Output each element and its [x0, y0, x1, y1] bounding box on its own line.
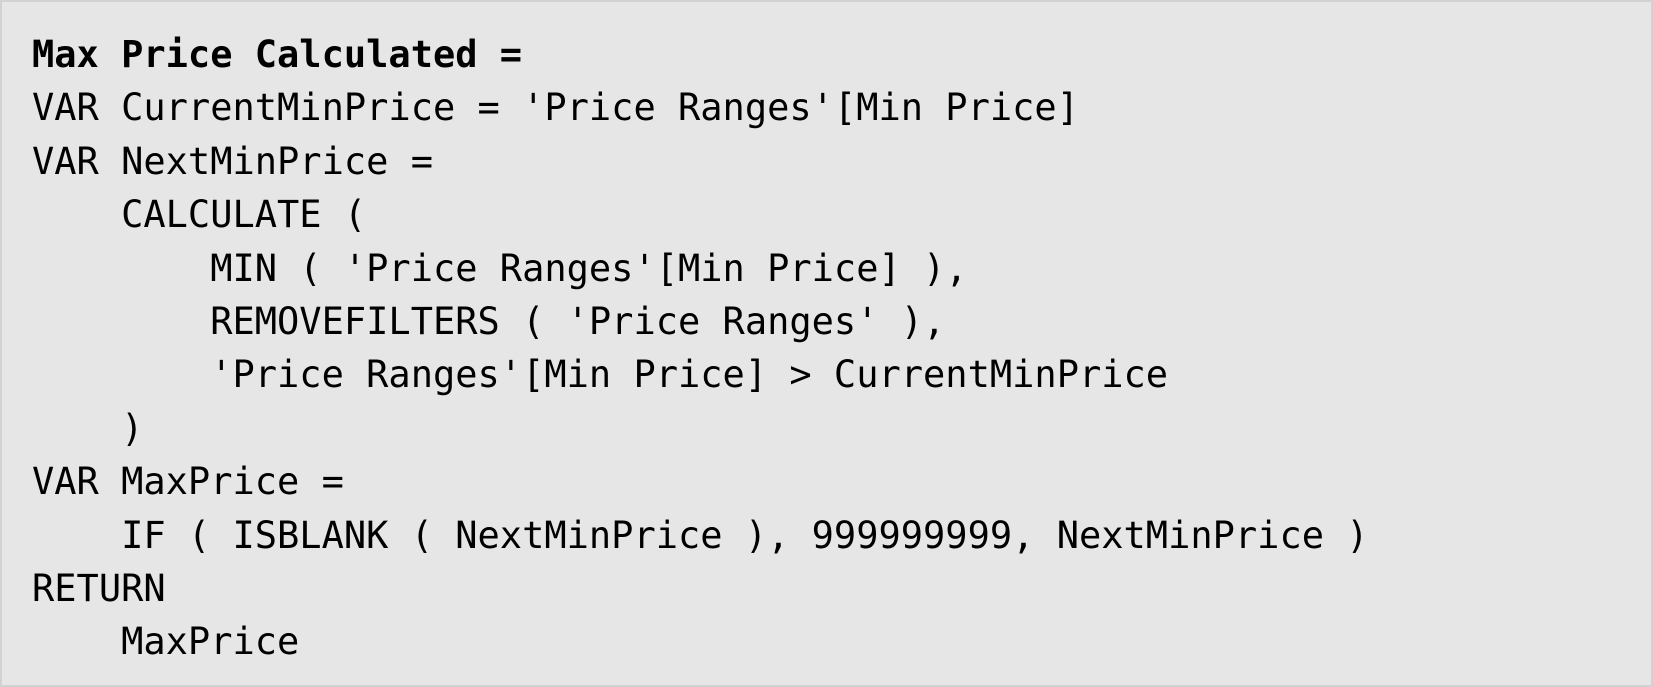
code-line: RETURN: [32, 566, 166, 610]
code-line: VAR NextMinPrice =: [32, 139, 433, 183]
code-line: CALCULATE (: [32, 193, 367, 237]
code-line: IF ( ISBLANK ( NextMinPrice ), 999999999…: [32, 513, 1369, 557]
code-line: VAR MaxPrice =: [32, 460, 344, 504]
code-line: ): [32, 406, 144, 450]
code-block: Max Price Calculated = VAR CurrentMinPri…: [0, 0, 1653, 687]
code-line: MIN ( 'Price Ranges'[Min Price] ),: [32, 246, 968, 290]
code-line: REMOVEFILTERS ( 'Price Ranges' ),: [32, 299, 946, 343]
code-line: 'Price Ranges'[Min Price] > CurrentMinPr…: [32, 353, 1169, 397]
measure-name-line: Max Price Calculated =: [32, 33, 523, 76]
code-line: VAR CurrentMinPrice = 'Price Ranges'[Min…: [32, 86, 1079, 130]
code-line: MaxPrice: [32, 620, 300, 664]
